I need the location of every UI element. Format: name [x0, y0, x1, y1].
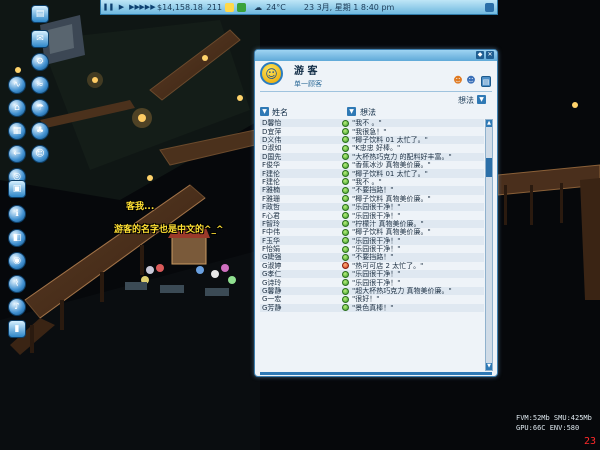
park-rating-icon[interactable] [225, 2, 235, 12]
status-bar: ❚❚ ▶ ▶▶ ▶▶▶ $14,158.18 211 ☁ 24°C 23 3月,… [100, 0, 498, 15]
sort-label[interactable]: 想法 [458, 95, 474, 106]
chevron-down-icon[interactable]: ▼ [477, 95, 486, 104]
happy-face-icon [342, 178, 349, 186]
window-title: 游 客 [294, 66, 318, 77]
shop-icon[interactable]: ⌂ [8, 99, 26, 117]
name-column-header[interactable]: 姓名 [272, 107, 288, 118]
happy-face-icon [342, 279, 349, 287]
thought-column-header[interactable]: 想法 [360, 107, 376, 118]
happy-face-icon [342, 119, 349, 127]
happy-face-icon [342, 245, 349, 253]
debug-line-2: GPU:66C ENV:580 [516, 424, 580, 432]
happy-face-icon [342, 136, 349, 144]
scroll-thumb[interactable] [486, 158, 492, 177]
park-status-icon[interactable] [237, 2, 247, 12]
guest-name[interactable]: G芳静 [260, 303, 342, 313]
guest-list[interactable]: D馨怡 "我不 。" D宜萍 "我很急！" D义伟 "椰子饮料 01 太忙了。" D淑如 "K… [260, 119, 484, 371]
guest-summary-icon[interactable]: ▤ [481, 76, 491, 87]
temperature-display: 24°C [266, 2, 286, 12]
happy-face-icon [342, 128, 349, 136]
list-scrollbar[interactable]: ▲ ▼ [485, 119, 493, 371]
happy-face-icon [342, 211, 349, 219]
build-icon[interactable]: ▣ [8, 180, 26, 198]
guest-group-icon[interactable]: ☻ [466, 76, 476, 87]
guest-count[interactable]: 211 [207, 3, 222, 12]
gallery-icon[interactable]: ◧ [8, 229, 26, 247]
pipette-icon[interactable]: ⌇ [8, 275, 26, 293]
happy-face-icon [342, 220, 349, 228]
coaster-icon[interactable]: ∿ [8, 76, 26, 94]
info-icon[interactable]: ℹ [8, 205, 26, 223]
close-icon[interactable]: ✕ [486, 51, 494, 59]
happy-face-icon [342, 270, 349, 278]
happy-face-icon [342, 295, 349, 303]
guest-avatar-icon: ☺ [260, 62, 283, 85]
guests-window: ◆ ✕ ☺ 游 客 单一顾客 ☻ ☻ ▤ 想法 ▼ ▼ 姓名 ▼ 想法 D馨怡 "… [254, 49, 498, 377]
happy-face-icon [342, 287, 349, 295]
happy-face-icon [342, 304, 349, 312]
date-time-display: 23 3月, 星期 1 8:40 pm [303, 2, 395, 12]
fast-forward-icon[interactable]: ▶▶ [129, 2, 140, 13]
weather-icon: ☁ [254, 2, 263, 12]
sort-thought-button[interactable]: ▼ [347, 107, 356, 116]
debug-line-1: FVM:52Mb SMU:425Mb [516, 414, 592, 422]
water-icon[interactable]: ≈ [31, 76, 49, 94]
happy-face-icon [342, 228, 349, 236]
scroll-up-icon[interactable]: ▲ [486, 120, 492, 127]
money-display[interactable]: $14,158.18 [157, 3, 203, 12]
happy-face-icon [342, 144, 349, 152]
happy-face-icon [342, 161, 349, 169]
chart-icon[interactable]: ▤ [31, 5, 49, 23]
cup-icon[interactable]: ▮ [8, 320, 26, 338]
guest-thought: "景色真棒！" [352, 303, 394, 312]
guest-row[interactable]: G芳静 "景色真棒！" [260, 303, 484, 313]
camera-icon[interactable]: ◉ [8, 252, 26, 270]
gear-icon[interactable]: ⚙ [31, 53, 49, 71]
fastest-icon[interactable]: ▶▶▶ [139, 2, 155, 13]
mail-icon[interactable]: ✉ [31, 30, 49, 48]
column-header: ▼ 姓名 ▼ 想法 [260, 106, 492, 117]
options-icon[interactable] [485, 2, 494, 12]
window-titlebar[interactable]: ◆ ✕ [255, 50, 497, 61]
microphone-icon[interactable]: ♪ [8, 298, 26, 316]
happy-face-icon [342, 153, 349, 161]
scenery-icon[interactable]: ☺ [31, 145, 49, 163]
happy-face-icon [342, 253, 349, 261]
window-footer-bar [260, 372, 492, 375]
happy-face-icon [342, 203, 349, 211]
sort-selector[interactable]: 想法 ▼ [260, 94, 492, 105]
pause-icon[interactable]: ❚❚ [103, 2, 115, 13]
happy-face-icon [342, 195, 349, 203]
pin-icon[interactable]: ◆ [476, 51, 484, 59]
happy-face-icon [342, 186, 349, 194]
play-icon[interactable]: ▶ [116, 2, 127, 13]
guest-speech-line-1: 客我... [126, 202, 155, 212]
path-icon[interactable]: ▦ [8, 122, 26, 140]
fps-counter: 23 [584, 436, 597, 447]
happy-face-icon [342, 170, 349, 178]
happy-face-icon [342, 237, 349, 245]
staff-icon[interactable]: ← [8, 145, 26, 163]
angry-face-icon [342, 262, 349, 270]
divider [260, 91, 492, 92]
single-guest-icon[interactable]: ☻ [453, 76, 463, 87]
debug-stats: FVM:52Mb SMU:425Mb GPU:66C ENV:580 [516, 413, 592, 433]
stall-icon[interactable]: ☂ [31, 99, 49, 117]
scroll-down-icon[interactable]: ▼ [486, 363, 492, 370]
tree-icon[interactable]: ♣ [31, 122, 49, 140]
guest-speech-line-2: 游客的名字也是中文的^_^ [114, 225, 224, 235]
view-mode-label[interactable]: 单一顾客 [294, 79, 322, 89]
sort-name-button[interactable]: ▼ [260, 107, 269, 116]
